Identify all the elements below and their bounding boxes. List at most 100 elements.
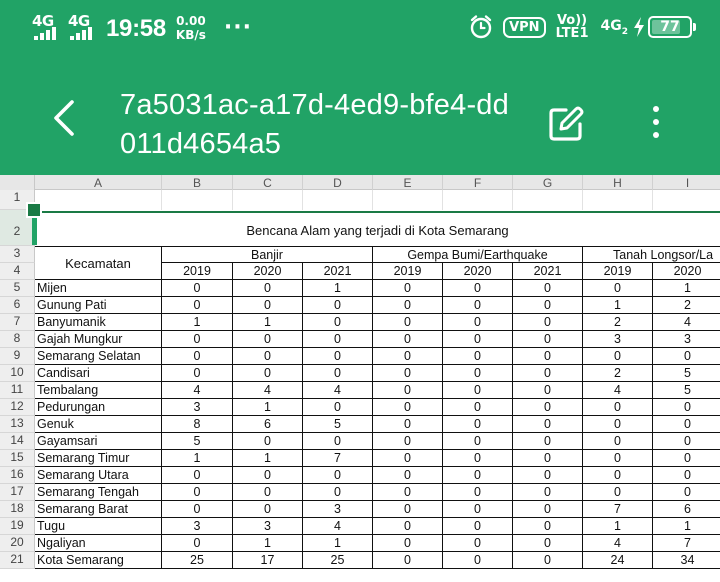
value-cell[interactable]: 1: [653, 280, 720, 297]
value-cell[interactable]: 5: [653, 365, 720, 382]
row-header-13[interactable]: 13: [0, 416, 35, 433]
value-cell[interactable]: 0: [233, 501, 303, 518]
value-cell[interactable]: 0: [513, 365, 583, 382]
value-cell[interactable]: 0: [162, 535, 233, 552]
gempa-header[interactable]: Gempa Bumi/Earthquake: [373, 246, 583, 263]
value-cell[interactable]: 3: [162, 518, 233, 535]
value-cell[interactable]: 7: [303, 450, 373, 467]
value-cell[interactable]: 0: [513, 280, 583, 297]
value-cell[interactable]: 0: [653, 433, 720, 450]
kecamatan-name-cell[interactable]: Gajah Mungkur: [35, 331, 162, 348]
empty-cell[interactable]: [443, 190, 513, 210]
value-cell[interactable]: 0: [233, 433, 303, 450]
value-cell[interactable]: 0: [233, 331, 303, 348]
kecamatan-name-cell[interactable]: Semarang Tengah: [35, 484, 162, 501]
year-header[interactable]: 2019: [373, 263, 443, 280]
value-cell[interactable]: 1: [233, 314, 303, 331]
value-cell[interactable]: 0: [443, 331, 513, 348]
value-cell[interactable]: 0: [443, 535, 513, 552]
value-cell[interactable]: 0: [443, 416, 513, 433]
row-header-3[interactable]: 3: [0, 246, 35, 263]
row-header-20[interactable]: 20: [0, 535, 35, 552]
value-cell[interactable]: 7: [653, 535, 720, 552]
value-cell[interactable]: 0: [303, 399, 373, 416]
value-cell[interactable]: 1: [583, 518, 653, 535]
value-cell[interactable]: 0: [513, 484, 583, 501]
value-cell[interactable]: 0: [303, 484, 373, 501]
value-cell[interactable]: 0: [653, 467, 720, 484]
value-cell[interactable]: 2: [583, 365, 653, 382]
value-cell[interactable]: 0: [653, 416, 720, 433]
kecamatan-name-cell[interactable]: Kota Semarang: [35, 552, 162, 569]
value-cell[interactable]: 0: [373, 297, 443, 314]
year-header[interactable]: 2019: [583, 263, 653, 280]
value-cell[interactable]: 4: [233, 382, 303, 399]
value-cell[interactable]: 0: [303, 297, 373, 314]
value-cell[interactable]: 0: [443, 280, 513, 297]
value-cell[interactable]: 0: [303, 331, 373, 348]
value-cell[interactable]: 0: [233, 484, 303, 501]
value-cell[interactable]: 0: [373, 331, 443, 348]
empty-cell[interactable]: [513, 190, 583, 210]
year-header[interactable]: 2020: [653, 263, 720, 280]
value-cell[interactable]: 0: [373, 450, 443, 467]
value-cell[interactable]: 0: [443, 518, 513, 535]
value-cell[interactable]: 1: [303, 535, 373, 552]
kecamatan-name-cell[interactable]: Genuk: [35, 416, 162, 433]
value-cell[interactable]: 25: [303, 552, 373, 569]
row-header-4[interactable]: 4: [0, 263, 35, 280]
kecamatan-name-cell[interactable]: Semarang Utara: [35, 467, 162, 484]
value-cell[interactable]: 0: [303, 365, 373, 382]
value-cell[interactable]: 1: [303, 280, 373, 297]
kecamatan-name-cell[interactable]: Tembalang: [35, 382, 162, 399]
value-cell[interactable]: 0: [303, 433, 373, 450]
value-cell[interactable]: 0: [443, 484, 513, 501]
value-cell[interactable]: 0: [513, 399, 583, 416]
value-cell[interactable]: 4: [162, 382, 233, 399]
year-header[interactable]: 2020: [233, 263, 303, 280]
value-cell[interactable]: 0: [303, 467, 373, 484]
kecamatan-name-cell[interactable]: Semarang Selatan: [35, 348, 162, 365]
kecamatan-name-cell[interactable]: Banyumanik: [35, 314, 162, 331]
value-cell[interactable]: 5: [303, 416, 373, 433]
value-cell[interactable]: 0: [513, 501, 583, 518]
value-cell[interactable]: 0: [443, 433, 513, 450]
value-cell[interactable]: 0: [373, 365, 443, 382]
value-cell[interactable]: 0: [443, 552, 513, 569]
value-cell[interactable]: 0: [303, 348, 373, 365]
empty-cell[interactable]: [233, 190, 303, 210]
kecamatan-name-cell[interactable]: Gunung Pati: [35, 297, 162, 314]
empty-cell[interactable]: [583, 190, 653, 210]
empty-cell[interactable]: [162, 190, 233, 210]
value-cell[interactable]: 0: [373, 552, 443, 569]
value-cell[interactable]: 1: [233, 450, 303, 467]
value-cell[interactable]: 4: [303, 518, 373, 535]
row-header-16[interactable]: 16: [0, 467, 35, 484]
value-cell[interactable]: 0: [443, 365, 513, 382]
value-cell[interactable]: 0: [373, 467, 443, 484]
value-cell[interactable]: 34: [653, 552, 720, 569]
row-header-14[interactable]: 14: [0, 433, 35, 450]
value-cell[interactable]: 25: [162, 552, 233, 569]
empty-cell[interactable]: [35, 190, 162, 210]
banjir-header[interactable]: Banjir: [162, 246, 373, 263]
value-cell[interactable]: 0: [443, 382, 513, 399]
value-cell[interactable]: 0: [162, 331, 233, 348]
value-cell[interactable]: 0: [162, 365, 233, 382]
value-cell[interactable]: 0: [583, 450, 653, 467]
value-cell[interactable]: 0: [162, 348, 233, 365]
row-header-11[interactable]: 11: [0, 382, 35, 399]
value-cell[interactable]: 0: [373, 399, 443, 416]
value-cell[interactable]: 0: [373, 484, 443, 501]
value-cell[interactable]: 0: [583, 280, 653, 297]
value-cell[interactable]: 2: [583, 314, 653, 331]
value-cell[interactable]: 0: [443, 501, 513, 518]
row-header-17[interactable]: 17: [0, 484, 35, 501]
value-cell[interactable]: 0: [162, 297, 233, 314]
selection-handle[interactable]: [26, 202, 42, 218]
kecamatan-name-cell[interactable]: Mijen: [35, 280, 162, 297]
value-cell[interactable]: 0: [303, 314, 373, 331]
value-cell[interactable]: 3: [583, 331, 653, 348]
value-cell[interactable]: 0: [373, 280, 443, 297]
column-header-e[interactable]: E: [373, 175, 443, 190]
